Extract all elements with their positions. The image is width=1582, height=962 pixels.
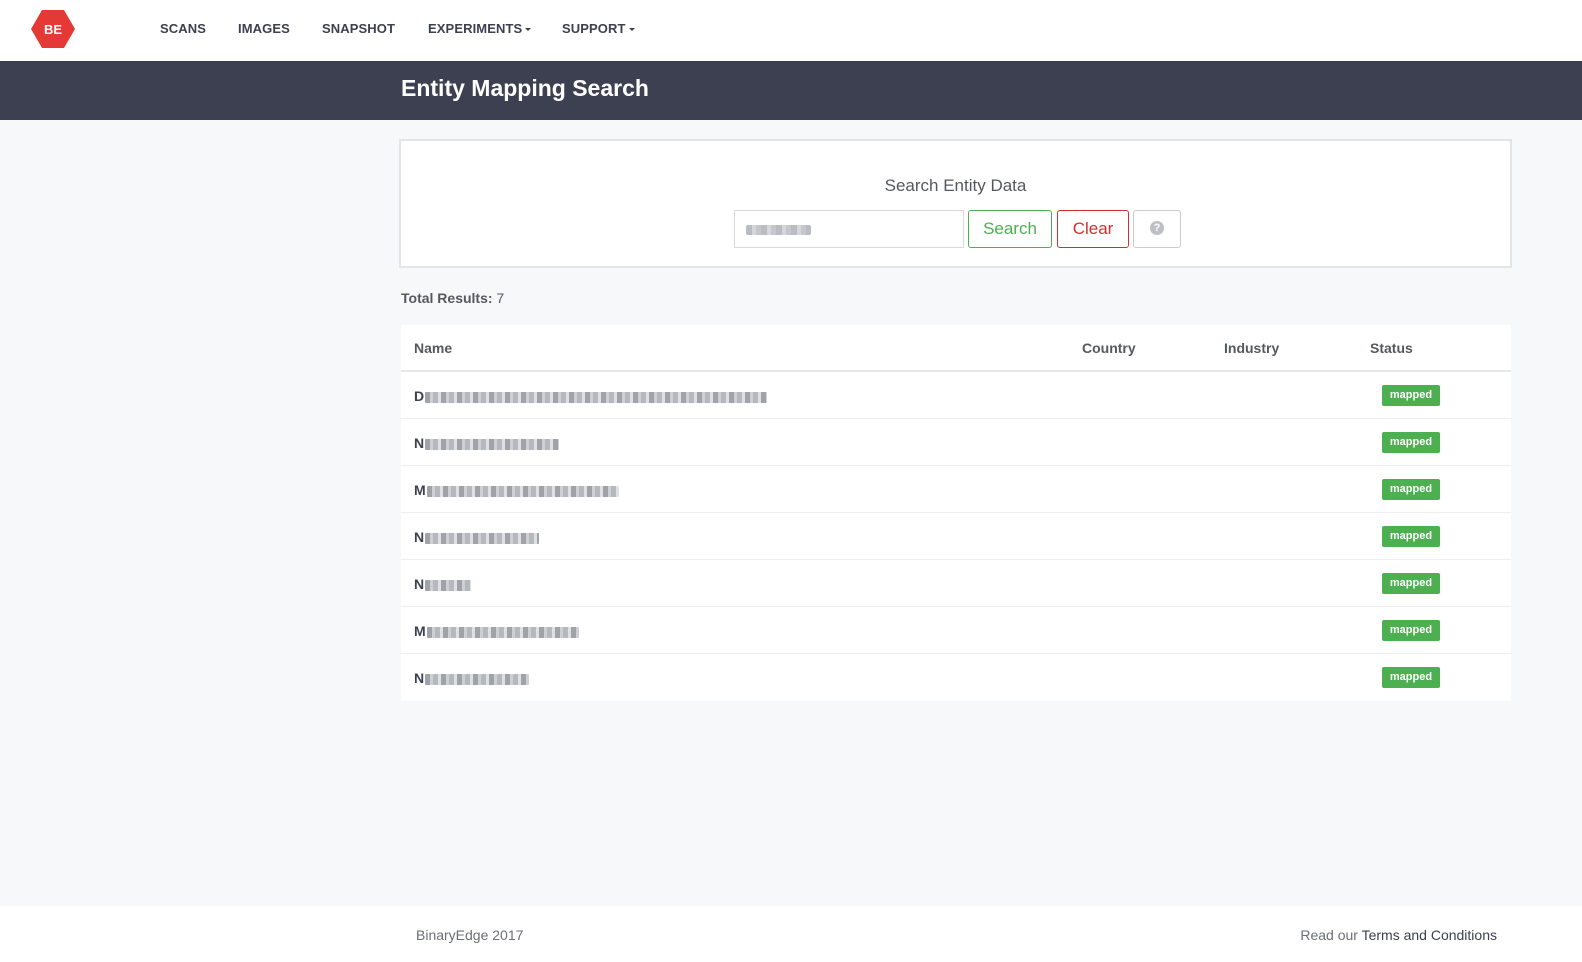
nav-snapshot[interactable]: SNAPSHOT [322,21,395,36]
table-header: Name Country Industry Status [401,325,1511,372]
entity-name-initial: N [414,670,425,686]
column-status[interactable]: Status [1370,340,1413,356]
nav-experiments[interactable]: EXPERIMENTS [428,21,532,36]
search-button[interactable]: Search [968,210,1052,248]
search-heading: Search Entity Data [884,176,1027,195]
nav-snapshot-label: SNAPSHOT [322,21,396,36]
entity-name-initial: M [414,623,426,639]
column-name[interactable]: Name [414,340,452,356]
redacted-name [426,626,579,638]
redacted-name [425,438,560,450]
total-results: Total Results: 7 [401,290,504,306]
table-row[interactable]: D mapped [401,372,1511,419]
redacted-name [425,391,768,403]
status-badge: mapped [1382,385,1440,406]
status-badge: mapped [1382,667,1440,688]
table-row[interactable]: N mapped [401,513,1511,560]
nav-support[interactable]: SUPPORT [562,21,635,36]
page-header: Entity Mapping Search [0,61,1582,120]
column-country[interactable]: Country [1082,340,1136,356]
entity-name[interactable]: N [414,670,530,686]
terms-prefix: Read our [1300,927,1358,943]
table-row[interactable]: M mapped [401,466,1511,513]
entity-name-initial: N [414,435,425,451]
status-badge: mapped [1382,573,1440,594]
entity-name-initial: N [414,576,425,592]
results-table: Name Country Industry Status D mapped N … [401,325,1511,701]
caret-down-icon [525,28,532,32]
nav-experiments-label: EXPERIMENTS [428,21,523,36]
table-row[interactable]: M mapped [401,607,1511,654]
search-panel: Search Entity Data Search Clear ? [399,139,1512,268]
nav-scans-label: SCANS [160,21,207,36]
status-badge: mapped [1382,432,1440,453]
entity-name[interactable]: N [414,576,472,592]
top-navbar: BE SCANS IMAGES SNAPSHOT EXPERIMENTS SUP… [0,0,1582,61]
entity-name[interactable]: M [414,623,579,639]
table-row[interactable]: N mapped [401,560,1511,607]
total-results-label: Total Results: [401,290,493,306]
terms-notice: Read our Terms and Conditions [1300,927,1497,943]
total-results-count: 7 [496,290,505,306]
entity-name-initial: N [414,529,425,545]
redacted-name [425,579,472,591]
clear-button[interactable]: Clear [1057,210,1129,248]
caret-down-icon [628,28,635,32]
redacted-name [425,673,530,685]
logo-text: BE [44,22,62,37]
redacted-query-text [746,225,811,235]
nav-scans[interactable]: SCANS [160,21,206,36]
redacted-name [425,532,540,544]
table-row[interactable]: N mapped [401,654,1511,701]
question-circle-icon: ? [1150,221,1164,236]
entity-name[interactable]: N [414,435,560,451]
copyright-text: BinaryEdge 2017 [416,927,524,943]
page-footer: BinaryEdge 2017 Read our Terms and Condi… [0,906,1582,962]
entity-name[interactable]: D [414,388,768,404]
nav-images[interactable]: IMAGES [238,21,290,36]
nav-support-label: SUPPORT [562,21,626,36]
status-badge: mapped [1382,620,1440,641]
help-button[interactable]: ? [1133,210,1181,248]
column-industry[interactable]: Industry [1224,340,1279,356]
nav-images-label: IMAGES [238,21,290,36]
entity-name-initial: D [414,388,425,404]
terms-link[interactable]: Terms and Conditions [1362,927,1497,943]
redacted-name [426,485,619,497]
page-title: Entity Mapping Search [401,75,649,101]
binaryedge-logo[interactable]: BE [31,9,75,49]
table-row[interactable]: N mapped [401,419,1511,466]
entity-name[interactable]: N [414,529,540,545]
entity-name[interactable]: M [414,482,619,498]
entity-name-initial: M [414,482,426,498]
status-badge: mapped [1382,526,1440,547]
status-badge: mapped [1382,479,1440,500]
